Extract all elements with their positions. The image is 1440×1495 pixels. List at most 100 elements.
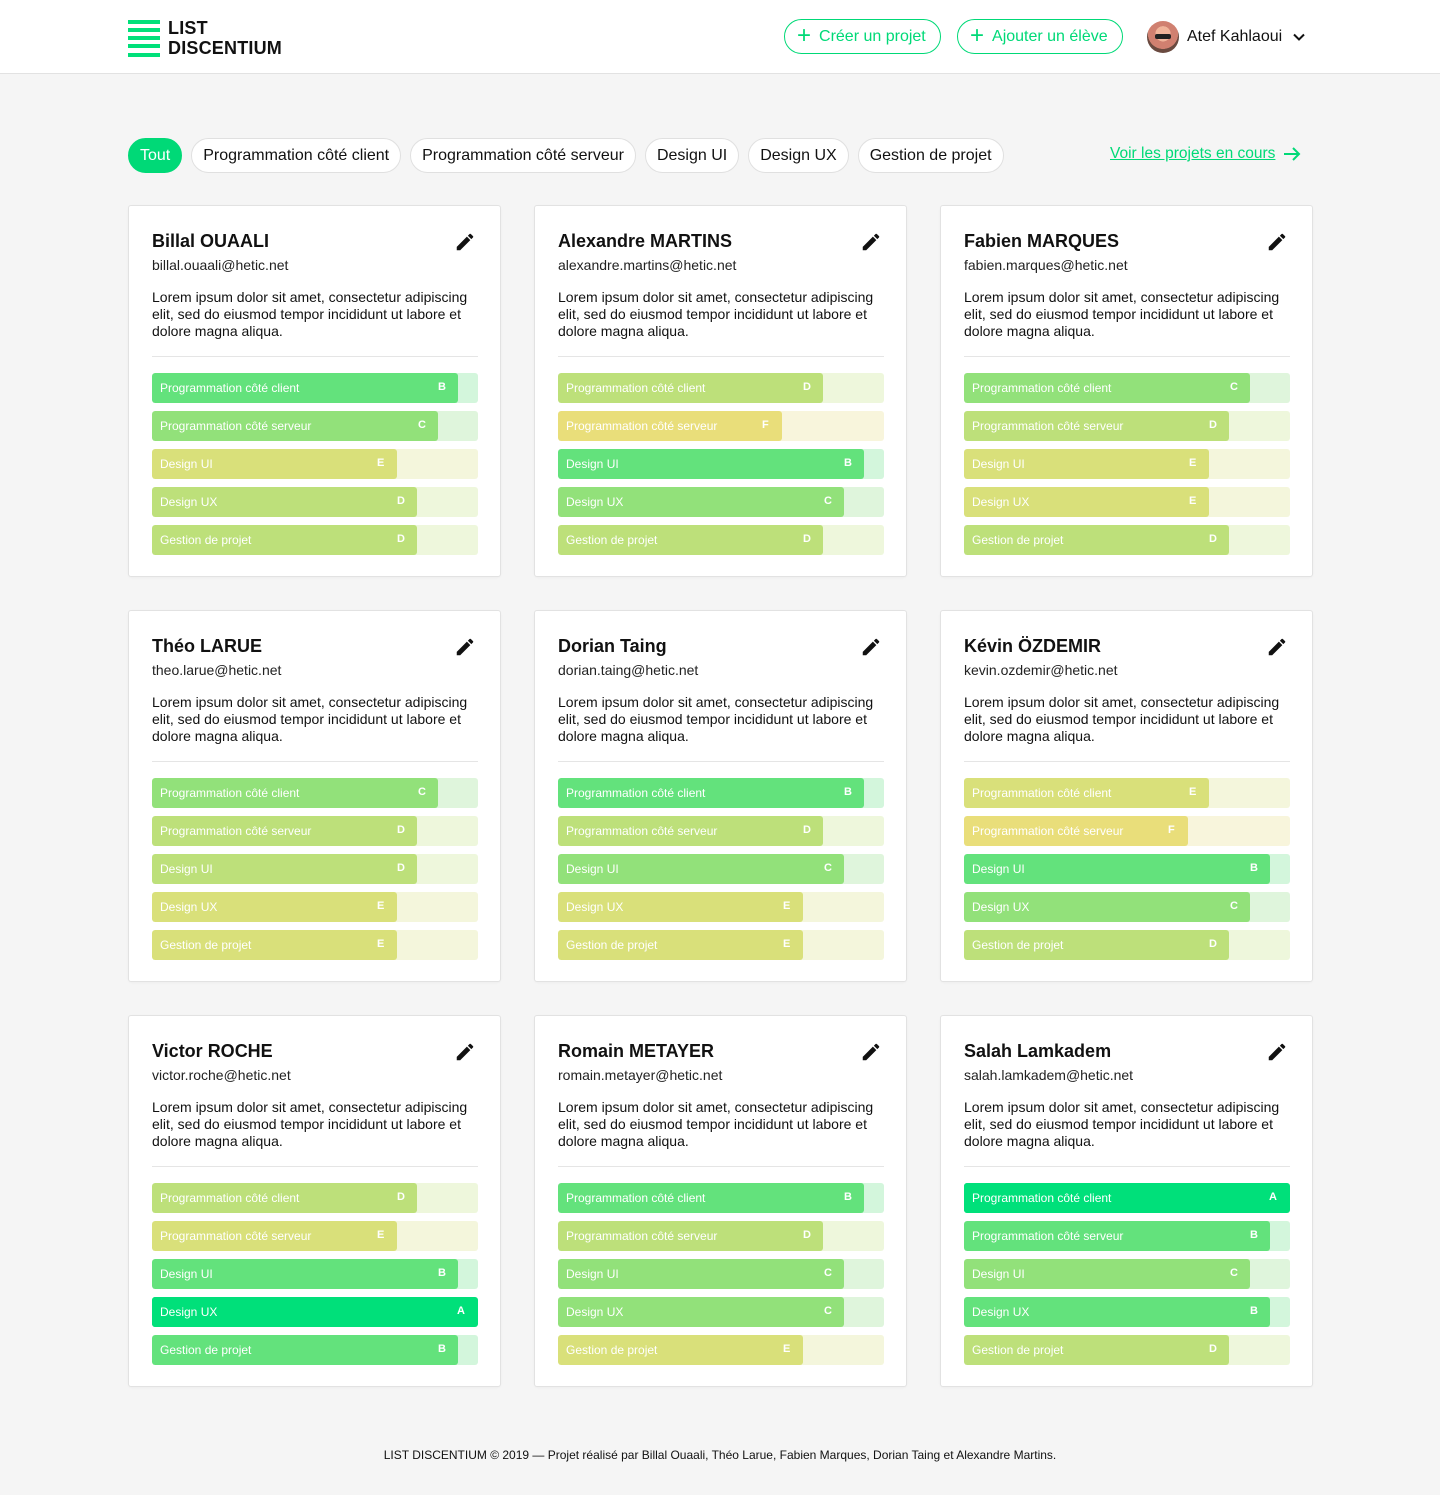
skill-bar: Design UX C — [964, 892, 1290, 922]
skill-grade: E — [377, 457, 385, 469]
student-card: Alexandre MARTINS alexandre.martins@hetic… — [534, 205, 907, 577]
user-name: Atef Kahlaoui — [1187, 28, 1283, 45]
divider — [558, 761, 884, 762]
skill-label: Programmation côté serveur — [160, 824, 312, 838]
skill-grade: C — [418, 786, 426, 798]
add-student-button[interactable]: + Ajouter un élève — [957, 19, 1123, 54]
skill-grade: E — [1189, 495, 1197, 507]
skill-grade: D — [1209, 938, 1217, 950]
skill-bar: Programmation côté serveur F — [964, 816, 1290, 846]
skill-bars: Programmation côté client C Programmation … — [964, 373, 1290, 555]
skill-grade: D — [397, 862, 405, 874]
skill-grade: B — [438, 381, 446, 393]
skill-grade: C — [824, 1305, 832, 1317]
student-card: Billal OUAALI billal.ouaali@hetic.net Lore… — [128, 205, 501, 577]
divider — [558, 1166, 884, 1167]
skill-bar: Programmation côté client B — [152, 373, 478, 403]
skill-bar: Gestion de projet D — [558, 525, 884, 555]
edit-pencil-icon[interactable] — [1266, 231, 1288, 253]
student-email: romain.metayer@hetic.net — [558, 1067, 723, 1083]
skill-bar: Design UI D — [152, 854, 478, 884]
student-name: Alexandre MARTINS — [558, 231, 733, 251]
skill-bars: Programmation côté client D Programmation … — [558, 373, 884, 555]
skill-label: Gestion de projet — [972, 1343, 1064, 1357]
skill-label: Programmation côté client — [160, 786, 300, 800]
skill-bar: Gestion de projet D — [152, 525, 478, 555]
student-card: Romain METAYER romain.metayer@hetic.net Lo… — [534, 1015, 907, 1387]
edit-pencil-icon[interactable] — [454, 636, 476, 658]
student-name: Dorian Taing — [558, 636, 667, 656]
skill-label: Programmation côté client — [972, 786, 1112, 800]
edit-pencil-icon[interactable] — [454, 1041, 476, 1063]
skill-grade: E — [377, 900, 385, 912]
top-header: LIST DISCENTIUM + Créer un projet + Ajou… — [0, 0, 1440, 74]
skill-grade: B — [438, 1267, 446, 1279]
skill-label: Programmation côté serveur — [160, 1229, 312, 1243]
skill-label: Design UX — [160, 1305, 218, 1319]
skill-grade: E — [1189, 457, 1197, 469]
skill-bar: Design UX C — [558, 1297, 884, 1327]
skill-grade: B — [844, 786, 852, 798]
see-current-projects-link[interactable]: Voir les projets en cours — [1110, 145, 1301, 163]
filter-chip[interactable]: Gestion de projet — [857, 138, 1004, 173]
skill-bar: Design UI B — [152, 1259, 478, 1289]
skill-bars: Programmation côté client B Programmation … — [558, 778, 884, 960]
skill-label: Programmation côté serveur — [566, 824, 718, 838]
filter-chip[interactable]: Design UI — [644, 138, 740, 173]
skill-label: Gestion de projet — [566, 533, 658, 547]
chevron-down-icon[interactable] — [1292, 30, 1306, 44]
divider — [152, 356, 478, 357]
skill-bar: Design UX E — [558, 892, 884, 922]
edit-pencil-icon[interactable] — [860, 1041, 882, 1063]
skill-bars: Programmation côté client A Programmation … — [964, 1183, 1290, 1365]
user-menu[interactable]: Atef Kahlaoui — [1147, 21, 1306, 53]
list-logo-icon — [128, 19, 160, 57]
create-project-button[interactable]: + Créer un projet — [784, 19, 941, 54]
skill-bar: Programmation côté client E — [964, 778, 1290, 808]
edit-pencil-icon[interactable] — [860, 636, 882, 658]
edit-pencil-icon[interactable] — [454, 231, 476, 253]
student-card: Théo LARUE theo.larue@hetic.net Lorem ipsu… — [128, 610, 501, 982]
student-name: Romain METAYER — [558, 1041, 715, 1061]
skill-label: Design UI — [160, 457, 213, 471]
skill-bar: Design UX D — [152, 487, 478, 517]
skill-grade: C — [824, 1267, 832, 1279]
student-card: Salah Lamkadem salah.lamkadem@hetic.net Lo… — [940, 1015, 1313, 1387]
student-description: Lorem ipsum dolor sit amet, consectetur … — [964, 1099, 1280, 1149]
student-email: dorian.taing@hetic.net — [558, 662, 699, 678]
skill-bar: Programmation côté client C — [964, 373, 1290, 403]
skill-label: Design UI — [972, 1267, 1025, 1281]
skill-bars: Programmation côté client B Programmation … — [558, 1183, 884, 1365]
skill-bar: Programmation côté serveur F — [558, 411, 884, 441]
student-description: Lorem ipsum dolor sit amet, consectetur … — [152, 1099, 468, 1149]
student-description: Lorem ipsum dolor sit amet, consectetur … — [152, 289, 468, 339]
student-email: fabien.marques@hetic.net — [964, 257, 1128, 273]
skill-grade: D — [803, 1229, 811, 1241]
filter-chip[interactable]: Programmation côté client — [191, 138, 402, 173]
skill-grade: E — [1189, 786, 1197, 798]
skill-label: Design UI — [972, 457, 1025, 471]
edit-pencil-icon[interactable] — [1266, 1041, 1288, 1063]
skill-grade: D — [1209, 419, 1217, 431]
skill-bar: Gestion de projet E — [152, 930, 478, 960]
filter-bar: Tout Programmation côté client Programmati… — [128, 138, 1013, 173]
skill-grade: B — [844, 1191, 852, 1203]
filter-chip[interactable]: Design UX — [748, 138, 849, 173]
student-name: Salah Lamkadem — [964, 1041, 1112, 1061]
skill-bar: Design UI E — [964, 449, 1290, 479]
skill-grade: D — [803, 533, 811, 545]
skill-bar: Design UX E — [964, 487, 1290, 517]
skill-bar: Gestion de projet B — [152, 1335, 478, 1365]
skill-label: Gestion de projet — [160, 938, 252, 952]
skill-grade: E — [377, 938, 385, 950]
app-logo[interactable]: LIST DISCENTIUM — [128, 18, 282, 58]
skill-label: Programmation côté serveur — [972, 1229, 1124, 1243]
skill-bar: Programmation côté serveur E — [152, 1221, 478, 1251]
filter-chip[interactable]: Tout — [128, 138, 183, 173]
skill-grade: F — [762, 419, 769, 431]
filter-chip[interactable]: Programmation côté serveur — [410, 138, 636, 173]
skill-grade: D — [397, 533, 405, 545]
edit-pencil-icon[interactable] — [1266, 636, 1288, 658]
skill-label: Design UI — [566, 457, 619, 471]
edit-pencil-icon[interactable] — [860, 231, 882, 253]
